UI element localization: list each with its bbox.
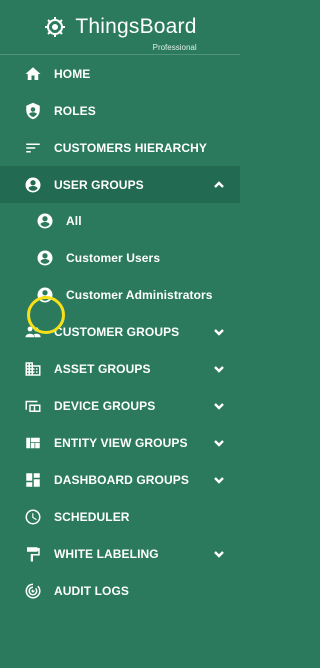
brand-logo[interactable]: ThingsBoard Professional bbox=[0, 0, 240, 54]
dashboard-icon bbox=[24, 471, 42, 489]
menu-item-roles[interactable]: ROLES bbox=[0, 92, 240, 129]
brand-edition: Professional bbox=[152, 43, 197, 52]
account-circle-icon bbox=[36, 249, 54, 267]
view-quilt-icon bbox=[24, 434, 42, 452]
devices-icon bbox=[24, 397, 42, 415]
menu-item-label: ENTITY VIEW GROUPS bbox=[54, 435, 188, 450]
menu-item-user-groups[interactable]: USER GROUPS bbox=[0, 166, 240, 203]
menu-item-customer-groups[interactable]: CUSTOMER GROUPS bbox=[0, 313, 240, 350]
menu-item-label: SCHEDULER bbox=[54, 509, 130, 524]
menu-item-label: ASSET GROUPS bbox=[54, 361, 151, 376]
menu-item-scheduler[interactable]: SCHEDULER bbox=[0, 498, 240, 535]
menu-item-asset-groups[interactable]: ASSET GROUPS bbox=[0, 350, 240, 387]
account-circle-icon bbox=[24, 176, 42, 194]
menu-item-audit-logs[interactable]: AUDIT LOGS bbox=[0, 572, 240, 609]
submenu-item-label: All bbox=[66, 214, 82, 228]
chevron-down-icon[interactable] bbox=[212, 325, 226, 339]
menu-item-white-labeling[interactable]: WHITE LABELING bbox=[0, 535, 240, 572]
chevron-down-icon[interactable] bbox=[212, 547, 226, 561]
brand-name: ThingsBoard bbox=[75, 15, 197, 38]
chevron-down-icon[interactable] bbox=[212, 473, 226, 487]
people-icon bbox=[24, 323, 42, 341]
chevron-down-icon[interactable] bbox=[212, 362, 226, 376]
thingsboard-logo-icon bbox=[43, 15, 67, 39]
submenu-item-all[interactable]: All bbox=[0, 203, 240, 239]
sidebar: ThingsBoard Professional HOME ROLES CUST… bbox=[0, 0, 240, 668]
chevron-down-icon[interactable] bbox=[212, 436, 226, 450]
format-paint-icon bbox=[24, 545, 42, 563]
sort-lines-icon bbox=[24, 139, 42, 157]
menu-item-label: ROLES bbox=[54, 103, 96, 118]
track-changes-icon bbox=[24, 582, 42, 600]
menu-item-entity-view-groups[interactable]: ENTITY VIEW GROUPS bbox=[0, 424, 240, 461]
menu-item-label: HOME bbox=[54, 66, 91, 81]
home-icon bbox=[24, 65, 42, 83]
menu-item-customers-hierarchy[interactable]: CUSTOMERS HIERARCHY bbox=[0, 129, 240, 166]
clock-icon bbox=[24, 508, 42, 526]
menu-item-label: USER GROUPS bbox=[54, 177, 144, 192]
domain-icon bbox=[24, 360, 42, 378]
menu-item-label: DASHBOARD GROUPS bbox=[54, 472, 189, 487]
submenu-item-customer-users[interactable]: Customer Users bbox=[0, 239, 240, 276]
menu-item-label: DEVICE GROUPS bbox=[54, 398, 156, 413]
account-circle-icon bbox=[36, 212, 54, 230]
menu-item-device-groups[interactable]: DEVICE GROUPS bbox=[0, 387, 240, 424]
menu-item-label: WHITE LABELING bbox=[54, 546, 159, 561]
chevron-down-icon[interactable] bbox=[212, 399, 226, 413]
submenu-item-label: Customer Users bbox=[66, 250, 161, 265]
menu-item-label: AUDIT LOGS bbox=[54, 583, 129, 598]
submenu-item-customer-administrators[interactable]: Customer Administrators bbox=[0, 276, 240, 313]
menu-item-dashboard-groups[interactable]: DASHBOARD GROUPS bbox=[0, 461, 240, 498]
shield-icon bbox=[24, 102, 42, 120]
account-circle-icon bbox=[36, 286, 54, 304]
menu-item-home[interactable]: HOME bbox=[0, 55, 240, 92]
menu-item-label: CUSTOMER GROUPS bbox=[54, 324, 180, 339]
chevron-up-icon[interactable] bbox=[212, 178, 226, 192]
submenu-item-label: Customer Administrators bbox=[66, 287, 213, 302]
menu-item-label: CUSTOMERS HIERARCHY bbox=[54, 140, 208, 155]
